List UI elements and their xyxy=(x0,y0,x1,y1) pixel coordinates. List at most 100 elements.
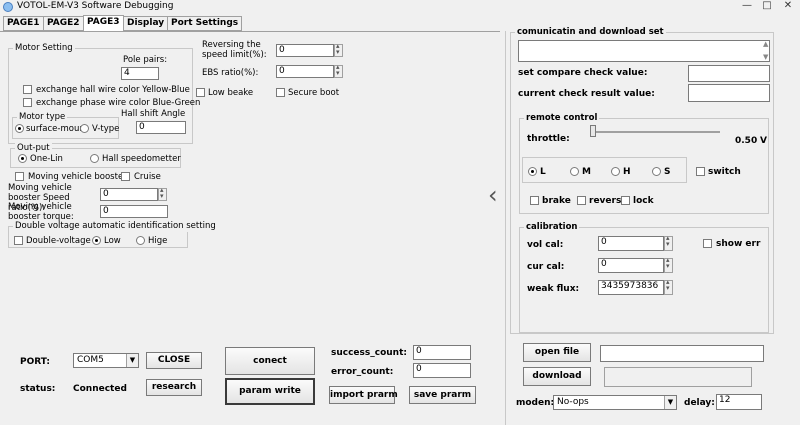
throttle-slider-track xyxy=(590,131,720,133)
low-brake-checkbox[interactable] xyxy=(196,88,205,97)
title-bar: VOTOL-EM-V3 Software Debugging — □ ✕ xyxy=(0,0,800,14)
low-brake-label: Low beake xyxy=(208,88,254,98)
double-voltage-checkbox[interactable] xyxy=(14,236,23,245)
double-voltage-title: Double voltage automatic identification … xyxy=(13,221,218,232)
hall-shift-input[interactable]: 0 xyxy=(136,121,186,134)
brake-label: brake xyxy=(542,196,571,206)
open-file-button[interactable]: open file xyxy=(523,343,591,362)
chevron-left-icon[interactable]: ‹ xyxy=(488,183,498,207)
gear-m-label: M xyxy=(582,167,591,177)
v-type-label: V-type xyxy=(92,124,120,134)
param-write-button[interactable]: param write xyxy=(225,378,315,405)
close-port-button[interactable]: CLOSE xyxy=(146,352,202,369)
low-voltage-radio[interactable] xyxy=(92,236,101,245)
reverse-checkbox[interactable] xyxy=(577,196,586,205)
moving-booster-checkbox[interactable] xyxy=(15,172,24,181)
minimize-button[interactable]: — xyxy=(737,0,757,11)
speed-limit-label: Reversing the speed limit(%): xyxy=(202,40,267,60)
secure-boot-checkbox[interactable] xyxy=(276,88,285,97)
exchange-phase-label: exchange phase wire color Blue-Green xyxy=(36,98,201,108)
research-button[interactable]: research xyxy=(146,379,202,396)
surface-mount-label: surface-mount xyxy=(26,124,89,134)
hall-speed-label: Hall speedometter xyxy=(102,154,181,164)
comm-log-textbox[interactable] xyxy=(518,40,770,62)
ebs-ratio-input[interactable]: 0 xyxy=(276,65,334,78)
cur-cal-spinner[interactable] xyxy=(664,256,673,273)
hall-speed-radio[interactable] xyxy=(90,154,99,163)
gear-l-radio[interactable] xyxy=(528,167,537,176)
tab-port-settings[interactable]: Port Settings xyxy=(167,16,243,31)
booster-speed-input[interactable]: 0 xyxy=(100,188,158,201)
close-window-button[interactable]: ✕ xyxy=(778,0,798,11)
tab-page1[interactable]: PAGE1 xyxy=(3,16,44,31)
cur-cal-input[interactable]: 0 xyxy=(598,258,664,273)
booster-speed-spinner[interactable] xyxy=(158,186,167,201)
booster-torque-input[interactable]: 0 xyxy=(100,205,168,218)
exchange-hall-checkbox[interactable] xyxy=(23,85,32,94)
weak-flux-spinner[interactable] xyxy=(664,278,673,295)
delay-label: delay: xyxy=(684,398,715,408)
chevron-down-icon: ▼ xyxy=(126,354,138,367)
ebs-ratio-spinner[interactable] xyxy=(334,63,343,78)
compare-check-label: set compare check value: xyxy=(518,68,648,78)
cruise-checkbox[interactable] xyxy=(121,172,130,181)
brake-checkbox[interactable] xyxy=(530,196,539,205)
one-lin-radio[interactable] xyxy=(18,154,27,163)
scroll-up-icon[interactable]: ▲ xyxy=(763,40,768,48)
switch-checkbox[interactable] xyxy=(696,167,705,176)
exchange-phase-checkbox[interactable] xyxy=(23,98,32,107)
current-check-input[interactable] xyxy=(688,84,770,102)
gear-s-radio[interactable] xyxy=(652,167,661,176)
save-param-button[interactable]: save prarm xyxy=(409,386,476,404)
surface-mount-radio[interactable] xyxy=(15,124,24,133)
gear-l-label: L xyxy=(540,167,546,177)
tab-page3[interactable]: PAGE3 xyxy=(83,15,124,31)
success-count-input[interactable]: 0 xyxy=(413,345,471,360)
delay-input[interactable]: 12 xyxy=(716,394,762,410)
moden-select[interactable]: No-ops ▼ xyxy=(553,395,677,410)
throttle-slider-thumb[interactable] xyxy=(590,125,596,137)
calibration-title: calibration xyxy=(524,222,580,233)
show-err-label: show err xyxy=(716,239,761,249)
throttle-label: throttle: xyxy=(527,134,570,144)
output-title: Out-put xyxy=(15,143,52,154)
gear-h-radio[interactable] xyxy=(611,167,620,176)
window-title: VOTOL-EM-V3 Software Debugging xyxy=(17,1,174,11)
tab-display[interactable]: Display xyxy=(123,16,169,31)
weak-flux-input[interactable]: 3435973836 xyxy=(598,280,664,295)
booster-torque-label: Moving vehicle booster torque: xyxy=(8,202,74,222)
high-voltage-radio[interactable] xyxy=(136,236,145,245)
port-select[interactable]: COM5 ▼ xyxy=(73,353,139,368)
download-button[interactable]: download xyxy=(523,367,591,386)
speed-limit-spinner[interactable] xyxy=(334,42,343,57)
gear-m-radio[interactable] xyxy=(570,167,579,176)
exchange-hall-label: exchange hall wire color Yellow-Blue xyxy=(36,85,190,95)
secure-boot-label: Secure boot xyxy=(288,88,340,98)
remote-control-title: remote control xyxy=(524,113,600,124)
gear-s-label: S xyxy=(664,167,671,177)
pole-pairs-input[interactable]: 4 xyxy=(121,67,159,80)
lock-checkbox[interactable] xyxy=(621,196,630,205)
v-type-radio[interactable] xyxy=(80,124,89,133)
import-param-button[interactable]: import prarm xyxy=(329,386,398,404)
speed-limit-input[interactable]: 0 xyxy=(276,44,334,57)
hall-shift-label: Hall shift Angle xyxy=(121,109,186,119)
vol-cal-spinner[interactable] xyxy=(664,234,673,251)
lock-label: lock xyxy=(633,196,654,206)
maximize-button[interactable]: □ xyxy=(757,0,777,11)
error-count-input[interactable]: 0 xyxy=(413,363,471,378)
connect-button[interactable]: conect xyxy=(225,347,315,375)
motor-type-title: Motor type xyxy=(17,112,68,123)
file-path-input[interactable] xyxy=(600,345,764,362)
low-voltage-label: Low xyxy=(104,236,121,246)
pole-pairs-label: Pole pairs: xyxy=(123,55,168,65)
moden-select-value: No-ops xyxy=(557,397,589,407)
scroll-down-icon[interactable]: ▼ xyxy=(763,53,768,61)
switch-label: switch xyxy=(708,167,741,177)
show-err-checkbox[interactable] xyxy=(703,239,712,248)
status-value: Connected xyxy=(73,384,127,394)
motor-setting-title: Motor Setting xyxy=(13,43,75,54)
tab-page2[interactable]: PAGE2 xyxy=(43,16,84,31)
compare-check-input[interactable] xyxy=(688,65,770,82)
vol-cal-input[interactable]: 0 xyxy=(598,236,664,251)
